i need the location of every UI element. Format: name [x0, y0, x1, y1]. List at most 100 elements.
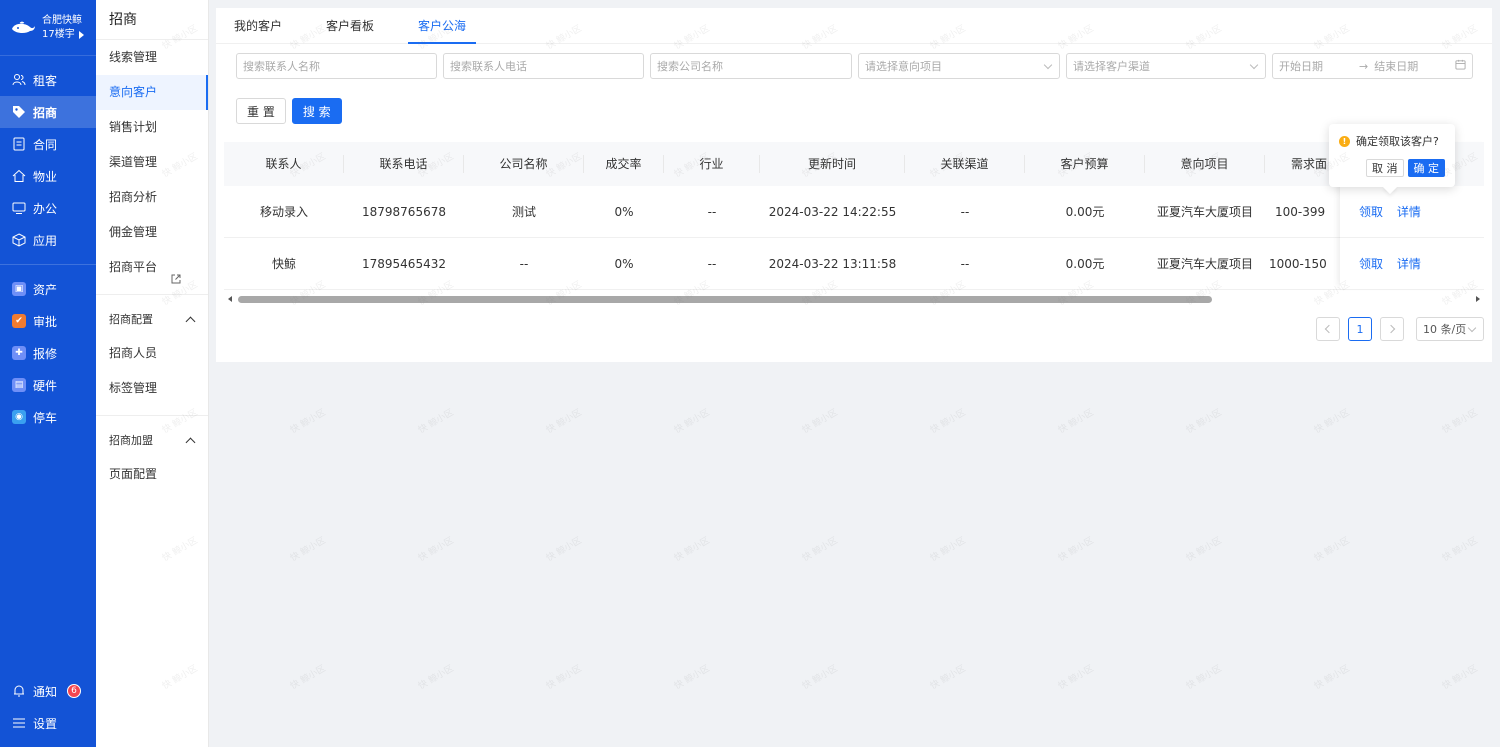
confirm-button[interactable]: 确 定 — [1407, 159, 1445, 177]
tab-customer-pool[interactable]: 客户公海 — [408, 8, 477, 44]
claim-link[interactable]: 领取 — [1359, 205, 1383, 219]
asset-icon: ▣ — [12, 282, 26, 296]
watermark-text: 快 鲸小区 — [544, 407, 584, 436]
column-header: 客户预算 — [1025, 155, 1145, 173]
nav-item-label: 设置 — [33, 716, 58, 731]
nav-item-office[interactable]: 办公 — [0, 192, 96, 224]
subnav-group-config[interactable]: 招商配置 — [96, 304, 208, 336]
scroll-left-icon[interactable] — [228, 296, 232, 302]
company-name-input[interactable]: 搜索公司名称 — [650, 53, 852, 79]
scrollbar-thumb[interactable] — [238, 295, 1212, 303]
nav-item-investment[interactable]: 招商 — [0, 96, 96, 128]
column-header: 意向项目 — [1145, 155, 1265, 173]
subnav-divider — [96, 294, 208, 295]
nav-item-label: 报修 — [33, 346, 58, 361]
company-name: 合肥快鲸 — [42, 14, 82, 26]
cell-updated: 2024-03-22 13:11:58 — [768, 256, 897, 271]
watermark-text: 快 鲸小区 — [1440, 407, 1480, 436]
cell-actions: 领取 详情 — [1337, 203, 1484, 220]
external-link-icon — [171, 263, 181, 283]
cube-icon — [12, 233, 26, 247]
tab-customer-board[interactable]: 客户看板 — [326, 8, 374, 44]
cell-actions: 领取 详情 — [1337, 255, 1484, 272]
subnav-group-franchise[interactable]: 招商加盟 — [96, 425, 208, 457]
brand-switcher[interactable]: 合肥快鲸 17楼宇 — [0, 0, 96, 56]
nav-app-approval[interactable]: ✔ 审批 — [0, 305, 96, 337]
claim-link[interactable]: 领取 — [1359, 257, 1383, 271]
reset-button[interactable]: 重 置 — [236, 98, 286, 124]
nav-settings[interactable]: 设置 — [0, 707, 96, 739]
watermark-text: 快 鲸小区 — [416, 535, 456, 564]
watermark-text: 快 鲸小区 — [288, 663, 328, 692]
table-row: 快鲸 17895465432 -- 0% -- 2024-03-22 13:11… — [224, 238, 1484, 290]
cell-area: 1000-150 — [1269, 256, 1327, 271]
horizontal-scrollbar[interactable] — [224, 294, 1484, 304]
subnav-item-staff[interactable]: 招商人员 — [96, 336, 208, 371]
subnav-item-commission[interactable]: 佣金管理 — [96, 215, 208, 250]
subnav-item-intent-customers[interactable]: 意向客户 — [96, 75, 208, 110]
watermark-text: 快 鲸小区 — [544, 663, 584, 692]
contact-phone-input[interactable]: 搜索联系人电话 — [443, 53, 644, 79]
next-page-button[interactable] — [1380, 317, 1404, 341]
page-size-select[interactable]: 10 条/页 — [1416, 317, 1484, 341]
tab-my-customers[interactable]: 我的客户 — [234, 8, 282, 44]
cell-project: 亚夏汽车大厦项目 — [1156, 257, 1253, 271]
watermark-text: 快 鲸小区 — [1184, 407, 1224, 436]
subnav-item-channels[interactable]: 渠道管理 — [96, 145, 208, 180]
watermark-text: 快 鲸小区 — [800, 535, 840, 564]
notification-badge: 6 — [67, 684, 82, 698]
nav-item-property[interactable]: 物业 — [0, 160, 96, 192]
nav-item-label: 应用 — [33, 233, 58, 248]
watermark-text: 快 鲸小区 — [928, 663, 968, 692]
nav-item-label: 硬件 — [33, 378, 58, 393]
watermark-text: 快 鲸小区 — [1056, 407, 1096, 436]
nav-item-label: 资产 — [33, 282, 58, 297]
watermark-text: 快 鲸小区 — [1184, 535, 1224, 564]
nav-item-apps[interactable]: 应用 — [0, 224, 96, 256]
nav-app-assets[interactable]: ▣ 资产 — [0, 273, 96, 305]
subnav-item-leads[interactable]: 线索管理 — [96, 40, 208, 75]
subnav-item-tags[interactable]: 标签管理 — [96, 371, 208, 406]
watermark-text: 快 鲸小区 — [288, 535, 328, 564]
subnav-item-analysis[interactable]: 招商分析 — [96, 180, 208, 215]
nav-notifications[interactable]: 通知 6 — [0, 675, 96, 707]
nav-app-hardware[interactable]: ▤ 硬件 — [0, 369, 96, 401]
nav-app-repair[interactable]: ✚ 报修 — [0, 337, 96, 369]
prev-page-button[interactable] — [1316, 317, 1340, 341]
watermark-text: 快 鲸小区 — [1312, 535, 1352, 564]
nav-item-label: 审批 — [33, 314, 58, 329]
calendar-icon — [1455, 59, 1466, 73]
nav-app-parking[interactable]: ◉ 停车 — [0, 401, 96, 433]
watermark-text: 快 鲸小区 — [672, 535, 712, 564]
column-header: 联系人 — [224, 155, 344, 173]
document-icon — [12, 137, 26, 151]
nav-item-contract[interactable]: 合同 — [0, 128, 96, 160]
detail-link[interactable]: 详情 — [1397, 205, 1421, 219]
contact-name-input[interactable]: 搜索联系人名称 — [236, 53, 437, 79]
detail-link[interactable]: 详情 — [1397, 257, 1421, 271]
search-button[interactable]: 搜 索 — [291, 98, 342, 124]
watermark-text: 快 鲸小区 — [928, 407, 968, 436]
scroll-right-icon[interactable] — [1476, 296, 1480, 302]
watermark-text: 快 鲸小区 — [1440, 535, 1480, 564]
subnav-item-sales-plan[interactable]: 销售计划 — [96, 110, 208, 145]
nav-item-tenants[interactable]: 租客 — [0, 64, 96, 96]
watermark-text: 快 鲸小区 — [1312, 663, 1352, 692]
watermark-text: 快 鲸小区 — [672, 407, 712, 436]
date-range-picker[interactable]: 开始日期 → 结束日期 — [1272, 53, 1473, 79]
column-header: 联系电话 — [344, 155, 464, 173]
cell-contact: 移动录入 — [259, 205, 308, 219]
watermark-text: 快 鲸小区 — [800, 407, 840, 436]
subnav-item-platform[interactable]: 招商平台 — [96, 250, 208, 285]
page-number[interactable]: 1 — [1348, 317, 1372, 341]
cancel-button[interactable]: 取 消 — [1366, 159, 1404, 177]
channel-select[interactable]: 请选择客户渠道 — [1066, 53, 1266, 79]
date-separator: → — [1359, 59, 1369, 73]
cell-channel: -- — [960, 256, 970, 271]
cell-industry: -- — [707, 256, 717, 271]
parking-icon: ◉ — [12, 410, 26, 424]
subnav-item-page-config[interactable]: 页面配置 — [96, 457, 208, 492]
project-select[interactable]: 请选择意向项目 — [858, 53, 1060, 79]
cell-budget: 0.00元 — [1065, 257, 1105, 271]
chevron-left-icon — [1324, 324, 1334, 334]
